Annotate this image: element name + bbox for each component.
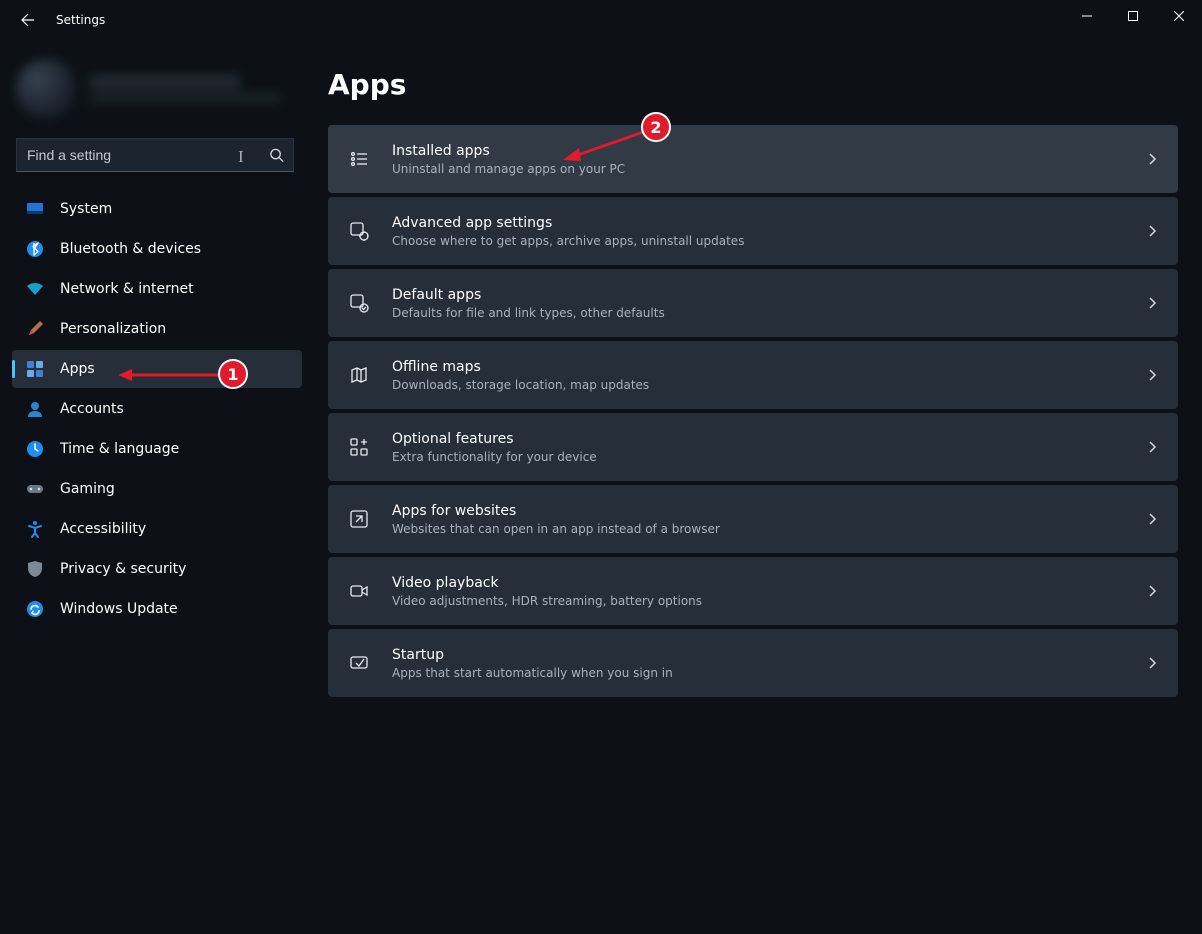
- chevron-right-icon: [1146, 441, 1158, 453]
- sidebar-item-update[interactable]: Windows Update: [12, 590, 302, 628]
- chevron-right-icon: [1146, 225, 1158, 237]
- list-icon: [348, 148, 370, 170]
- card-apps-for-websites[interactable]: Apps for websites Websites that can open…: [328, 485, 1178, 553]
- card-title: Advanced app settings: [392, 215, 1124, 231]
- card-title: Default apps: [392, 287, 1124, 303]
- card-desc: Websites that can open in an app instead…: [392, 522, 1124, 536]
- title-bar: Settings: [0, 0, 1202, 40]
- sidebar-item-label: Bluetooth & devices: [60, 241, 201, 257]
- card-title: Installed apps: [392, 143, 1124, 159]
- text-cursor-icon: I: [238, 147, 244, 167]
- close-button[interactable]: [1156, 0, 1202, 32]
- sidebar-item-time[interactable]: Time & language: [12, 430, 302, 468]
- card-title: Video playback: [392, 575, 1124, 591]
- avatar: [16, 59, 76, 119]
- card-optional-features[interactable]: Optional features Extra functionality fo…: [328, 413, 1178, 481]
- card-desc: Defaults for file and link types, other …: [392, 306, 1124, 320]
- person-icon: [26, 400, 44, 418]
- card-title: Offline maps: [392, 359, 1124, 375]
- card-installed-apps[interactable]: Installed apps Uninstall and manage apps…: [328, 125, 1178, 193]
- sidebar-item-label: Apps: [60, 361, 95, 377]
- annotation-badge-2: 2: [641, 112, 671, 142]
- sidebar-item-gaming[interactable]: Gaming: [12, 470, 302, 508]
- sidebar-item-privacy[interactable]: Privacy & security: [12, 550, 302, 588]
- sidebar-item-accessibility[interactable]: Accessibility: [12, 510, 302, 548]
- apps-icon: [26, 360, 44, 378]
- sidebar-item-label: Time & language: [60, 441, 179, 457]
- app-gear-icon: [348, 220, 370, 242]
- sidebar-item-label: Network & internet: [60, 281, 194, 297]
- sidebar-item-label: System: [60, 201, 112, 217]
- bluetooth-icon: [26, 240, 44, 258]
- card-title: Optional features: [392, 431, 1124, 447]
- page-heading: Apps: [328, 68, 1178, 101]
- chevron-right-icon: [1146, 297, 1158, 309]
- video-icon: [348, 580, 370, 602]
- chevron-right-icon: [1146, 369, 1158, 381]
- wifi-icon: [26, 280, 44, 298]
- link-app-icon: [348, 508, 370, 530]
- window-title: Settings: [56, 13, 105, 27]
- card-offline-maps[interactable]: Offline maps Downloads, storage location…: [328, 341, 1178, 409]
- main-area: Apps Installed apps Uninstall and manage…: [310, 40, 1202, 934]
- card-startup[interactable]: Startup Apps that start automatically wh…: [328, 629, 1178, 697]
- card-title: Apps for websites: [392, 503, 1124, 519]
- card-title: Startup: [392, 647, 1124, 663]
- gamepad-icon: [26, 480, 44, 498]
- card-desc: Choose where to get apps, archive apps, …: [392, 234, 1124, 248]
- sidebar-item-personalization[interactable]: Personalization: [12, 310, 302, 348]
- sidebar-nav: System Bluetooth & devices Network & int…: [0, 190, 310, 628]
- card-desc: Uninstall and manage apps on your PC: [392, 162, 1124, 176]
- sidebar-item-label: Gaming: [60, 481, 115, 497]
- minimize-button[interactable]: [1064, 0, 1110, 32]
- back-button[interactable]: [16, 8, 40, 32]
- chevron-right-icon: [1146, 513, 1158, 525]
- search-input[interactable]: [16, 138, 294, 172]
- system-icon: [26, 200, 44, 218]
- account-profile[interactable]: [16, 48, 294, 130]
- paintbrush-icon: [26, 320, 44, 338]
- sidebar-item-label: Accounts: [60, 401, 124, 417]
- app-check-icon: [348, 292, 370, 314]
- chevron-right-icon: [1146, 657, 1158, 669]
- cards-list: Installed apps Uninstall and manage apps…: [328, 125, 1178, 697]
- chevron-right-icon: [1146, 585, 1158, 597]
- annotation-badge-1: 1: [218, 359, 248, 389]
- sidebar-item-label: Windows Update: [60, 601, 178, 617]
- sidebar-item-apps[interactable]: Apps: [12, 350, 302, 388]
- startup-icon: [348, 652, 370, 674]
- maximize-button[interactable]: [1110, 0, 1156, 32]
- window-controls: [1064, 0, 1202, 32]
- card-advanced-app-settings[interactable]: Advanced app settings Choose where to ge…: [328, 197, 1178, 265]
- shield-icon: [26, 560, 44, 578]
- card-desc: Video adjustments, HDR streaming, batter…: [392, 594, 1124, 608]
- search-icon[interactable]: [269, 148, 284, 163]
- sidebar-item-system[interactable]: System: [12, 190, 302, 228]
- grid-plus-icon: [348, 436, 370, 458]
- card-video-playback[interactable]: Video playback Video adjustments, HDR st…: [328, 557, 1178, 625]
- sidebar-item-label: Accessibility: [60, 521, 146, 537]
- clock-icon: [26, 440, 44, 458]
- card-desc: Downloads, storage location, map updates: [392, 378, 1124, 392]
- map-icon: [348, 364, 370, 386]
- sidebar-item-label: Personalization: [60, 321, 166, 337]
- sidebar-item-network[interactable]: Network & internet: [12, 270, 302, 308]
- sidebar-item-accounts[interactable]: Accounts: [12, 390, 302, 428]
- update-icon: [26, 600, 44, 618]
- search-wrapper: I: [16, 138, 294, 172]
- card-desc: Extra functionality for your device: [392, 450, 1124, 464]
- card-desc: Apps that start automatically when you s…: [392, 666, 1124, 680]
- accessibility-icon: [26, 520, 44, 538]
- sidebar-item-label: Privacy & security: [60, 561, 186, 577]
- sidebar: I System Bluetooth & devices: [0, 40, 310, 934]
- card-default-apps[interactable]: Default apps Defaults for file and link …: [328, 269, 1178, 337]
- sidebar-item-bluetooth[interactable]: Bluetooth & devices: [12, 230, 302, 268]
- chevron-right-icon: [1146, 153, 1158, 165]
